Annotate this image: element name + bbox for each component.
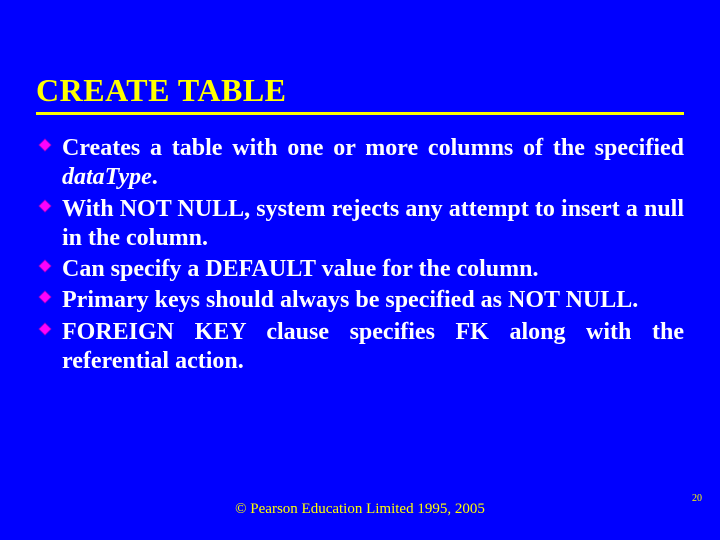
bullet-text: FOREIGN KEY clause specifies FK along wi…	[62, 318, 684, 377]
diamond-bullet-icon	[38, 195, 62, 213]
bullet-text: With NOT NULL, system rejects any attemp…	[62, 195, 684, 254]
bullet-item: Can specify a DEFAULT value for the colu…	[38, 255, 684, 284]
bullet-text: Creates a table with one or more columns…	[62, 134, 684, 193]
diamond-bullet-icon	[38, 318, 62, 336]
diamond-bullet-icon	[38, 134, 62, 152]
diamond-bullet-icon	[38, 255, 62, 273]
bullet-item: Creates a table with one or more columns…	[38, 134, 684, 193]
slide: CREATE TABLE Creates a table with one or…	[0, 0, 720, 540]
page-number: 20	[692, 493, 702, 504]
bullet-item: FOREIGN KEY clause specifies FK along wi…	[38, 318, 684, 377]
title-underline	[36, 112, 684, 115]
diamond-bullet-icon	[38, 286, 62, 304]
bullet-text: Can specify a DEFAULT value for the colu…	[62, 255, 684, 284]
bullet-item: Primary keys should always be specified …	[38, 286, 684, 315]
bullet-text: Primary keys should always be specified …	[62, 286, 684, 315]
slide-body: Creates a table with one or more columns…	[38, 134, 684, 378]
slide-title: CREATE TABLE	[36, 72, 684, 109]
bullet-item: With NOT NULL, system rejects any attemp…	[38, 195, 684, 254]
copyright-footer: © Pearson Education Limited 1995, 2005	[0, 501, 720, 518]
